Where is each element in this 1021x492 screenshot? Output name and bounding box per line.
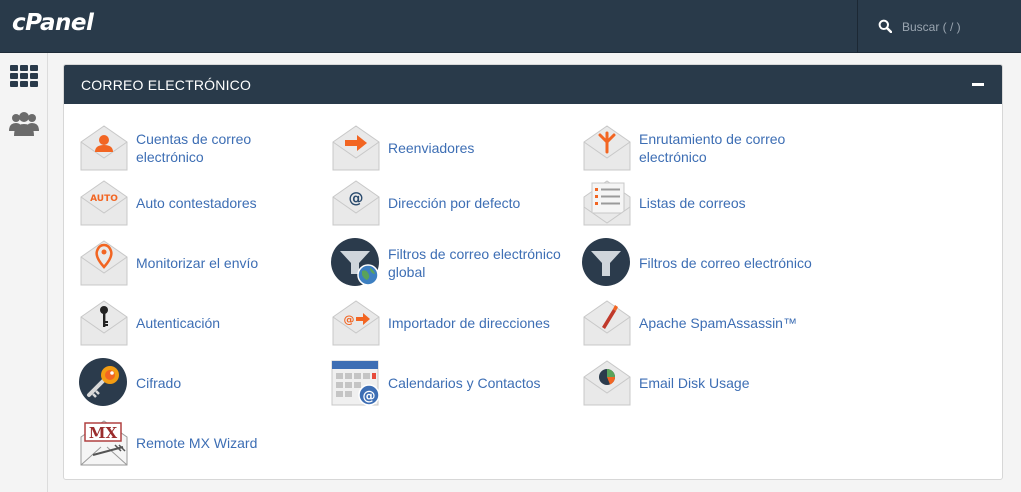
item-label: Dirección por defecto <box>388 195 521 211</box>
item-forwarders[interactable]: Reenviadores <box>331 122 571 174</box>
item-label: Reenviadores <box>388 140 475 156</box>
item-default-address[interactable]: @ Dirección por defecto <box>331 177 571 229</box>
item-label: Filtros de correo electrónico global <box>388 246 561 280</box>
item-email-disk-usage[interactable]: Email Disk Usage <box>582 357 822 409</box>
collapse-icon[interactable] <box>972 83 984 86</box>
item-mailing-lists[interactable]: Listas de correos <box>582 177 822 229</box>
search-box <box>857 0 1021 53</box>
item-email-filters[interactable]: Filtros de correo electrónico <box>582 237 822 289</box>
item-label: Autenticación <box>136 315 221 331</box>
svg-text:@: @ <box>349 189 364 207</box>
autoresponders-icon: AUTO <box>80 180 128 226</box>
item-label: Importador de direcciones <box>388 315 550 331</box>
cpanel-logo[interactable]: cPanel <box>12 10 94 36</box>
item-calendars-contacts[interactable]: @ Calendarios y Contactos <box>331 357 571 409</box>
email-section-panel: CORREO ELECTRÓNICO Cuentas de correo ele… <box>63 64 1003 480</box>
item-label: Apache SpamAssassin™ <box>639 315 797 331</box>
item-global-filters[interactable]: Filtros de correo electrónico global <box>331 237 571 289</box>
item-label: Auto contestadores <box>136 195 257 211</box>
svg-text:@: @ <box>363 389 376 404</box>
item-autoresponders[interactable]: AUTO Auto contestadores <box>79 177 319 229</box>
spamassassin-icon <box>583 300 631 346</box>
item-email-accounts[interactable]: Cuentas de correo electrónico <box>79 122 319 174</box>
email-routing-icon <box>583 125 631 171</box>
item-email-routing[interactable]: Enrutamiento de correo electrónico <box>582 122 822 174</box>
item-remote-mx-wizard[interactable]: MX Remote MX Wizard <box>79 417 319 469</box>
calendars-contacts-icon: @ <box>331 360 380 406</box>
top-bar: cPanel <box>0 0 1021 53</box>
email-accounts-icon <box>80 125 128 171</box>
email-filters-icon <box>582 238 630 286</box>
item-label: Calendarios y Contactos <box>388 375 541 391</box>
grid-icon[interactable] <box>9 63 39 89</box>
item-address-importer[interactable]: @ Importador de direcciones <box>331 297 571 349</box>
item-label: Enrutamiento de correo electrónico <box>639 131 786 165</box>
search-input[interactable] <box>902 17 1012 37</box>
address-importer-icon: @ <box>332 300 380 346</box>
users-icon[interactable] <box>9 110 39 136</box>
svg-text:MX: MX <box>89 424 118 442</box>
item-track-delivery[interactable]: Monitorizar el envío <box>79 237 319 289</box>
forwarders-icon <box>332 125 380 171</box>
item-label: Email Disk Usage <box>639 375 750 391</box>
default-address-icon: @ <box>332 180 380 226</box>
svg-text:@: @ <box>344 313 355 326</box>
item-label: Cifrado <box>136 375 182 391</box>
track-delivery-icon <box>80 240 128 286</box>
item-spamassassin[interactable]: Apache SpamAssassin™ <box>582 297 822 349</box>
remote-mx-wizard-icon: MX <box>80 420 128 466</box>
item-label: Cuentas de correo electrónico <box>136 131 252 165</box>
search-icon <box>878 19 892 33</box>
section-header: CORREO ELECTRÓNICO <box>64 65 1002 104</box>
section-title: CORREO ELECTRÓNICO <box>81 77 252 93</box>
item-label: Remote MX Wizard <box>136 435 258 451</box>
item-encryption[interactable]: Cifrado <box>79 357 319 409</box>
authentication-icon <box>80 300 128 346</box>
item-label: Monitorizar el envío <box>136 255 259 271</box>
sidebar <box>0 53 48 492</box>
svg-text:AUTO: AUTO <box>90 194 118 204</box>
email-disk-usage-icon <box>583 360 631 406</box>
item-label: Listas de correos <box>639 195 746 211</box>
global-filters-icon <box>331 238 379 286</box>
encryption-icon <box>79 358 127 406</box>
mailing-lists-icon <box>583 180 631 226</box>
item-authentication[interactable]: Autenticación <box>79 297 319 349</box>
item-label: Filtros de correo electrónico <box>639 255 812 271</box>
